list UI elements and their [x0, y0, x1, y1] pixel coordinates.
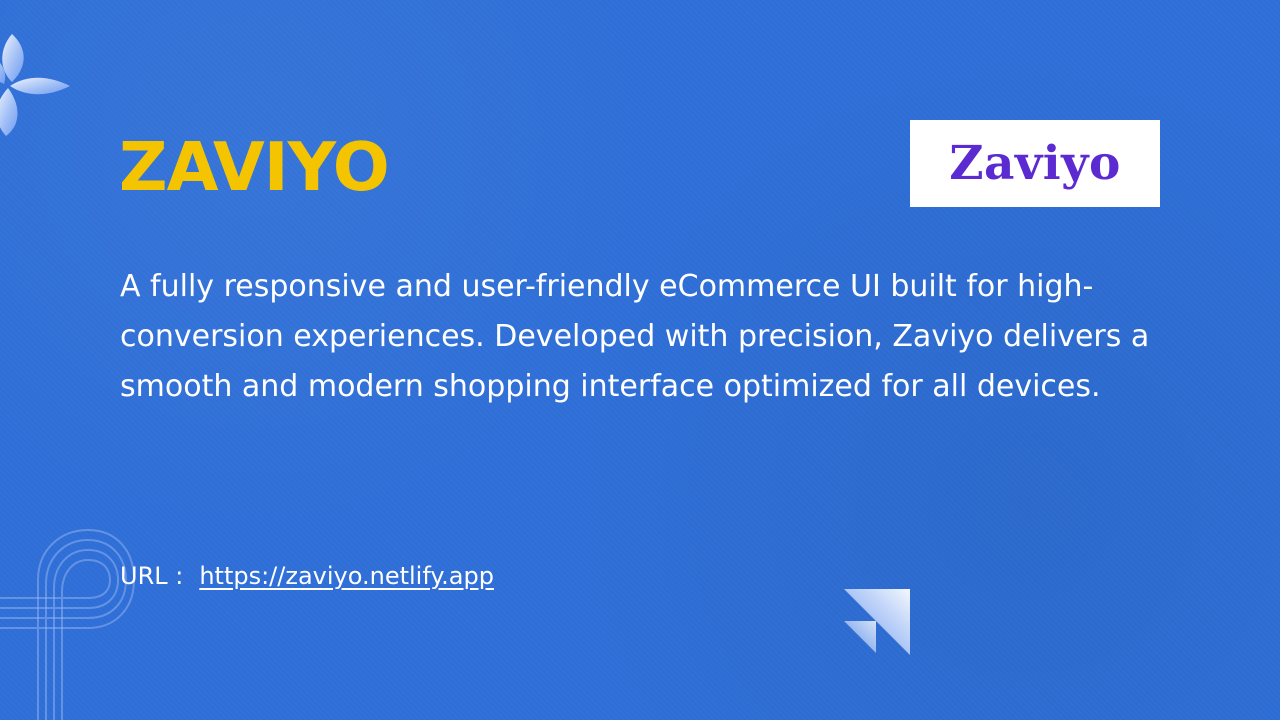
- flower-icon: [0, 34, 70, 136]
- arrow-icon: [844, 589, 910, 655]
- url-row: URL : https://zaviyo.netlify.app: [120, 562, 494, 590]
- url-label: URL :: [120, 562, 184, 590]
- project-description: A fully responsive and user-friendly eCo…: [120, 269, 1150, 404]
- brand-logo-text: Zaviyo: [949, 136, 1121, 191]
- project-url-link[interactable]: https://zaviyo.netlify.app: [199, 562, 494, 590]
- brand-logo: Zaviyo: [910, 120, 1160, 207]
- page-title: ZAVIYO: [119, 128, 390, 206]
- outline-loop-icon: [0, 528, 136, 720]
